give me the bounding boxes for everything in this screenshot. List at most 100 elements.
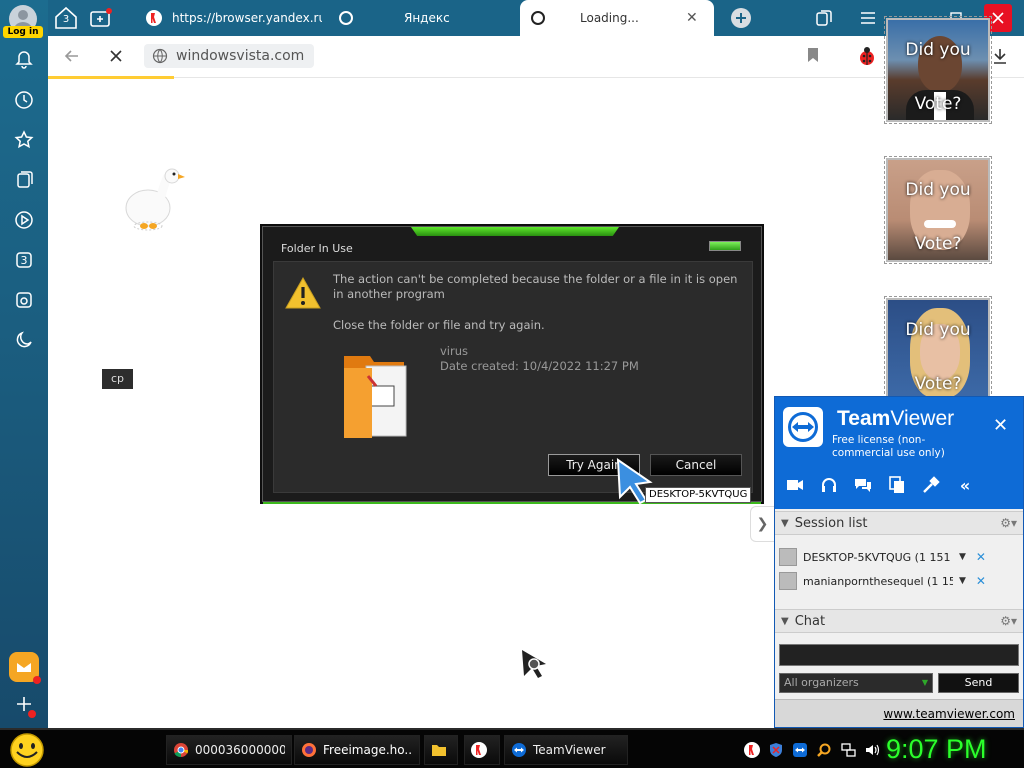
taskbar-item-chrome[interactable]: 0000360000000 - G...	[166, 735, 292, 765]
tray-shield-icon[interactable]	[768, 742, 784, 758]
teamviewer-panel: TeamViewer Free license (non-commercial …	[774, 396, 1024, 728]
loading-ring-icon	[530, 10, 546, 26]
download-arrow-icon[interactable]	[990, 46, 1010, 66]
session-name: manianpornthesequel (1 151 5	[803, 574, 953, 588]
taskbar-item-label: TeamViewer	[533, 743, 606, 757]
host-tooltip: DESKTOP-5KVTQUG	[645, 487, 752, 503]
open-folder-icon	[340, 346, 412, 438]
url-text: windowsvista.com	[176, 48, 305, 64]
new-tab-group-icon[interactable]	[88, 6, 114, 30]
stop-loading-icon[interactable]	[106, 46, 126, 66]
chat-send-button[interactable]: Send	[938, 673, 1019, 693]
video-camera-icon[interactable]	[785, 475, 805, 495]
url-field[interactable]: windowsvista.com	[144, 44, 314, 68]
bookmark-flag-icon[interactable]	[806, 46, 824, 66]
loading-cursor-icon	[520, 648, 550, 678]
files-icon[interactable]	[887, 475, 907, 495]
collections-tab-icon[interactable]	[810, 4, 838, 32]
dialog-title: Folder In Use	[281, 242, 353, 255]
portrait-caption-bottom: Vote?	[914, 94, 962, 114]
yandex-sidebar: Log in 3	[0, 0, 48, 728]
new-tab-plus-icon[interactable]	[730, 6, 752, 30]
file-date-created: Date created: 10/4/2022 11:27 PM	[440, 359, 639, 373]
session-avatar-icon	[779, 548, 797, 566]
chrome-icon	[173, 742, 189, 758]
session-settings-gear-icon[interactable]: ⚙▾	[1000, 516, 1017, 530]
teamviewer-expand-chevron-icon[interactable]: ❯	[750, 506, 774, 542]
back-arrow-icon[interactable]	[62, 46, 82, 66]
video-play-icon[interactable]	[8, 204, 40, 236]
chat-message-input[interactable]	[779, 644, 1019, 666]
chat-recipient-select[interactable]: All organizers ▼	[779, 673, 933, 693]
session-list-label: Session list	[794, 515, 868, 531]
taskbar-item-yandex[interactable]	[464, 735, 500, 765]
collections-icon[interactable]	[8, 164, 40, 196]
taskbar-item-firefox[interactable]: Freeimage.ho...	[294, 735, 420, 765]
tab-yandex-browser[interactable]: https://browser.yandex.ru	[146, 0, 326, 36]
start-smiley-icon[interactable]	[8, 732, 46, 768]
portrait-caption-top: Did you	[905, 40, 971, 60]
add-panel-plus-icon[interactable]	[8, 688, 40, 720]
tab-loading-active[interactable]: Loading... ✕	[520, 0, 714, 36]
close-tab-icon[interactable]: ✕	[686, 10, 698, 26]
notifications-bell-icon[interactable]	[8, 44, 40, 76]
tray-search-icon[interactable]	[816, 742, 832, 758]
taskbar-item-explorer[interactable]	[424, 735, 458, 765]
tools-icon[interactable]	[921, 475, 941, 495]
desktop-goose-image	[120, 164, 186, 234]
firefox-icon	[301, 742, 317, 758]
session-list-header[interactable]: ▼ Session list ⚙▾	[775, 511, 1023, 535]
portrait-caption-top: Did you	[905, 180, 971, 200]
session-row[interactable]: DESKTOP-5KVTQUG (1 151 959 ▼ ✕	[779, 547, 1019, 567]
mail-app-icon[interactable]	[9, 652, 41, 684]
tab-count-icon[interactable]: 3	[8, 244, 40, 276]
login-button[interactable]: Log in	[3, 26, 43, 38]
disconnect-session-icon[interactable]: ✕	[976, 574, 986, 588]
tray-yandex-icon[interactable]	[744, 742, 760, 758]
vote-portrait-2: Did you Vote?	[884, 156, 992, 264]
taskbar-clock[interactable]: 9:07 PM	[886, 734, 987, 765]
file-name: virus	[440, 344, 469, 358]
vote-portrait-1: Did you Vote?	[884, 16, 992, 124]
dialog-instruction: Close the folder or file and try again.	[333, 318, 545, 332]
screenshot-camera-icon[interactable]	[8, 284, 40, 316]
disconnect-session-icon[interactable]: ✕	[976, 550, 986, 564]
chat-header[interactable]: ▼ Chat ⚙▾	[775, 609, 1023, 633]
home-tab-count: 3	[62, 14, 70, 25]
teamviewer-icon	[511, 742, 527, 758]
tab-label: https://browser.yandex.ru	[172, 11, 322, 25]
home-tab-icon[interactable]: 3	[52, 6, 80, 30]
headset-icon[interactable]	[819, 475, 839, 495]
session-dropdown-icon[interactable]: ▼	[959, 552, 966, 562]
warning-triangle-icon	[284, 276, 322, 310]
dialog-status-gauge	[709, 241, 741, 251]
globe-icon	[152, 48, 168, 67]
chat-settings-gear-icon[interactable]: ⚙▾	[1000, 614, 1017, 628]
teamviewer-header: TeamViewer Free license (non-commercial …	[775, 397, 1023, 509]
collapse-chevrons-icon[interactable]: «	[955, 475, 975, 495]
session-row[interactable]: manianpornthesequel (1 151 5 ▼ ✕	[779, 571, 1019, 591]
menu-hamburger-icon[interactable]	[854, 4, 882, 32]
bookmarks-star-icon[interactable]	[8, 124, 40, 156]
tab-count-label: 3	[20, 253, 28, 267]
teamviewer-website-link[interactable]: www.teamviewer.com	[883, 707, 1015, 721]
session-dropdown-icon[interactable]: ▼	[959, 576, 966, 586]
teamviewer-toolbar: «	[785, 475, 975, 495]
address-bar: windowsvista.com	[48, 36, 1024, 78]
tray-volume-icon[interactable]	[864, 742, 880, 758]
teamviewer-license-text: Free license (non-commercial use only)	[832, 434, 945, 459]
chat-bubbles-icon[interactable]	[853, 475, 873, 495]
history-clock-icon[interactable]	[8, 84, 40, 116]
dialog-message: The action can't be completed because th…	[333, 272, 738, 301]
portrait-caption-top: Did you	[905, 320, 971, 340]
cancel-button[interactable]: Cancel	[650, 454, 742, 476]
dark-mode-moon-icon[interactable]	[8, 324, 40, 356]
tray-teamviewer-icon[interactable]	[792, 742, 808, 758]
page-load-progress	[48, 76, 174, 79]
teamviewer-close-icon[interactable]: ✕	[993, 415, 1008, 436]
ladybug-extension-icon[interactable]	[856, 45, 878, 67]
taskbar-item-teamviewer[interactable]: TeamViewer	[504, 735, 628, 765]
cp-label[interactable]: cp	[102, 369, 133, 389]
tray-network-icon[interactable]	[840, 742, 856, 758]
tab-yandex[interactable]: Яндекс	[338, 0, 508, 36]
